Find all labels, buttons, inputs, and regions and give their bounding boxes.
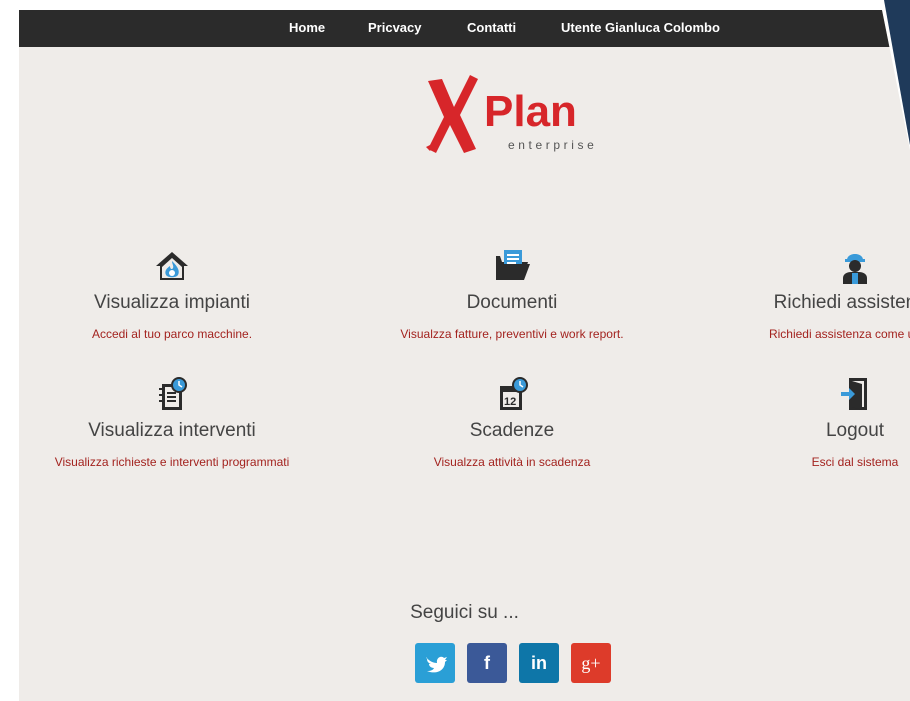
xplan-logo: Plan enterprise <box>426 75 597 153</box>
calendar-clock-icon: 12 <box>500 377 528 410</box>
card-description: Accedi al tuo parco macchine. <box>91 327 253 341</box>
nav-user-link[interactable]: Utente Gianluca Colombo <box>561 20 720 35</box>
card-richiedi-assistenza[interactable]: Richiedi assistenza Richiedi assistenza … <box>690 246 910 341</box>
card-scadenze[interactable]: 12 Scadenze Visualzza attività in scaden… <box>347 374 677 469</box>
logo-tagline-text: enterprise <box>508 138 597 152</box>
twitter-button[interactable] <box>415 643 455 683</box>
google-plus-icon: g+ <box>581 653 601 673</box>
card-title: Richiedi assistenza <box>773 292 910 313</box>
folder-document-icon <box>496 250 530 280</box>
card-logout[interactable]: Logout Esci dal sistema <box>690 374 910 469</box>
card-visualizza-impianti[interactable]: Visualizza impianti Accedi al tuo parco … <box>19 246 337 341</box>
card-documenti[interactable]: Documenti Visualzza fatture, preventivi … <box>347 246 677 341</box>
linkedin-button[interactable]: in <box>519 643 559 683</box>
card-description: Visualzza fatture, preventivi e work rep… <box>400 327 624 341</box>
logo-brand-text: Plan <box>484 87 577 136</box>
card-description: Richiedi assistenza come utente <box>768 327 910 341</box>
card-title: Scadenze <box>469 420 555 441</box>
top-navbar: Home Pricvacy Contatti Utente Gianluca C… <box>19 10 910 47</box>
door-exit-icon <box>841 378 867 410</box>
card-title: Documenti <box>466 292 558 313</box>
card-description: Visualizza richieste e interventi progra… <box>54 455 290 469</box>
notepad-clock-icon <box>159 377 187 410</box>
nav-home-link[interactable]: Home <box>289 20 325 35</box>
facebook-icon: f <box>484 653 490 673</box>
linkedin-icon: in <box>531 653 547 673</box>
card-title: Visualizza impianti <box>94 292 250 313</box>
card-description: Visualzza attività in scadenza <box>433 455 591 469</box>
card-visualizza-interventi[interactable]: Visualizza interventi Visualizza richies… <box>19 374 337 469</box>
house-fire-icon <box>156 252 188 280</box>
nav-contatti-link[interactable]: Contatti <box>467 20 516 35</box>
card-title: Visualizza interventi <box>88 420 256 441</box>
svg-text:12: 12 <box>504 396 516 408</box>
card-title: Logout <box>825 420 885 441</box>
corner-ribbon <box>880 0 910 150</box>
nav-privacy-link[interactable]: Pricvacy <box>368 20 422 35</box>
google-plus-button[interactable]: g+ <box>571 643 611 683</box>
card-description: Esci dal sistema <box>811 455 899 469</box>
page: Home Pricvacy Contatti Utente Gianluca C… <box>19 10 910 701</box>
technician-icon <box>843 254 867 284</box>
twitter-icon <box>426 656 447 673</box>
facebook-button[interactable]: f <box>467 643 507 683</box>
follow-us-heading: Seguici su ... <box>410 602 519 623</box>
